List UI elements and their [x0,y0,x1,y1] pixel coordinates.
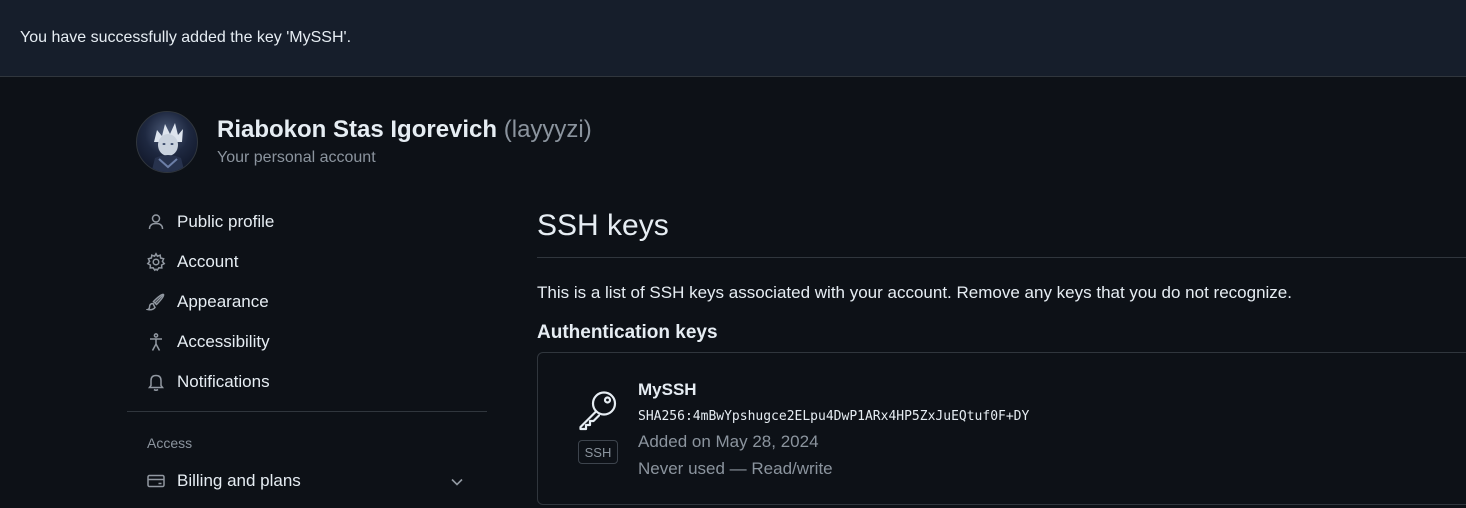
section-title: Authentication keys [537,322,718,343]
avatar[interactable] [136,111,198,173]
credit-card-icon [146,471,166,491]
sidebar-item-label: Appearance [177,292,269,311]
key-icon [579,391,617,431]
ssh-key-card [537,352,1466,505]
title-divider [537,257,1466,258]
person-icon [146,212,166,232]
page-title: SSH keys [537,209,669,242]
sidebar-item-account[interactable]: Account [146,246,486,278]
key-added-date: Added on May 28, 2024 [638,432,819,451]
key-name: MySSH [638,380,697,399]
sidebar-item-label: Public profile [177,212,275,231]
sidebar-section-heading: Access [147,435,193,451]
sidebar-item-notifications[interactable]: Notifications [146,366,486,398]
ssh-badge: SSH [578,440,618,464]
sidebar-divider [127,411,487,412]
chevron-down-icon[interactable] [448,473,466,491]
sidebar-item-label: Billing and plans [177,471,301,490]
sidebar-item-label: Accessibility [177,332,270,351]
sidebar-item-accessibility[interactable]: Accessibility [146,326,486,358]
user-login[interactable]: (layyyzi) [504,116,592,143]
flash-banner: You have successfully added the key 'MyS… [0,0,1466,77]
user-heading: Riabokon Stas Igorevich (layyyzi) [217,116,592,144]
gear-icon [146,252,166,272]
key-fingerprint: SHA256:4mBwYpshugce2ELpu4DwP1ARx4HP5ZxJu… [638,409,1030,424]
sidebar-item-billing[interactable]: Billing and plans [146,465,486,497]
sidebar-item-label: Notifications [177,372,270,391]
flash-message: You have successfully added the key 'MyS… [20,29,352,46]
paintbrush-icon [146,292,166,312]
sidebar-item-appearance[interactable]: Appearance [146,286,486,318]
user-full-name: Riabokon Stas Igorevich [217,116,498,143]
bell-icon [146,372,166,392]
key-usage-status: Never used — Read/write [638,459,833,478]
avatar-image [151,123,185,172]
sidebar-item-label: Account [177,252,239,271]
page-description: This is a list of SSH keys associated wi… [537,283,1292,302]
accessibility-icon [146,332,166,352]
account-type: Your personal account [217,149,376,166]
sidebar-item-public-profile[interactable]: Public profile [146,206,486,238]
